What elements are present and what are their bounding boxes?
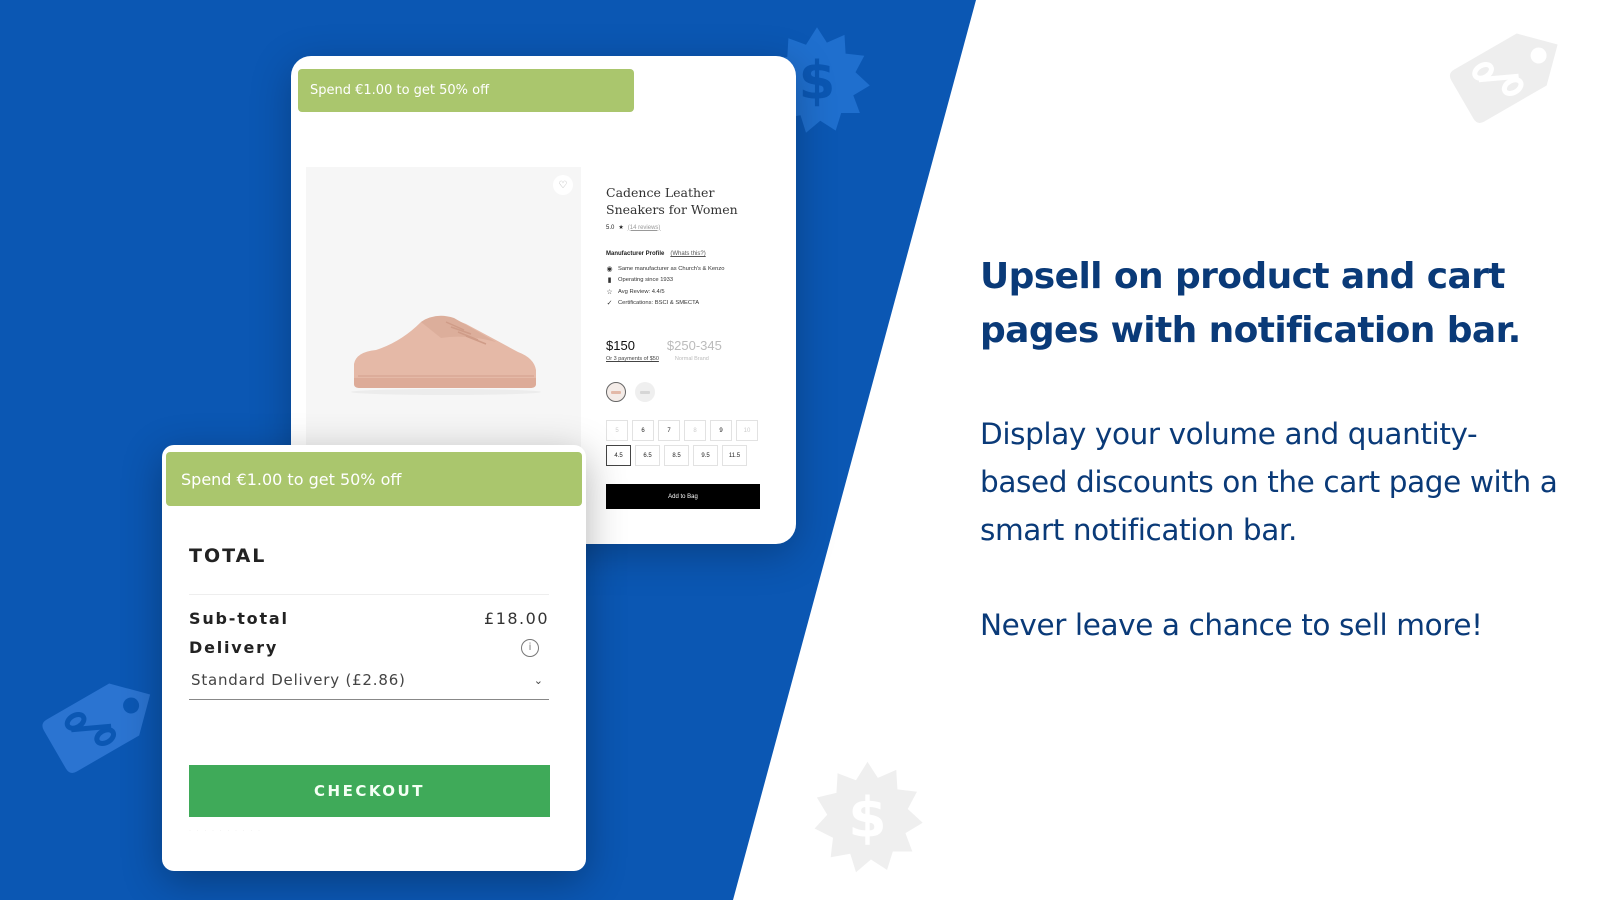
- rating-score: 5.0: [606, 224, 615, 231]
- cart-summary: TOTAL Sub-total £18.00 Delivery i Standa…: [189, 545, 549, 700]
- manufacturer-fact: ☆ Avg Review: 4.4/5: [606, 286, 776, 298]
- installments-link[interactable]: Or 3 payments of $50: [606, 356, 659, 362]
- percent-tag-icon: [1445, 10, 1575, 135]
- fact-text: Avg Review: 4.4/5: [618, 288, 665, 295]
- percent-tag-icon: [35, 660, 170, 785]
- svg-text:$: $: [799, 51, 836, 112]
- manufacturer-facts: ◉ Same manufacturer as Church's & Kenzo …: [606, 263, 776, 309]
- size-option[interactable]: 6: [632, 420, 654, 441]
- delivery-select[interactable]: Standard Delivery (£2.86) ⌄: [189, 671, 549, 700]
- product-rating: 5.0 ★ (14 reviews): [606, 224, 776, 232]
- reviews-link[interactable]: (14 reviews): [628, 225, 661, 231]
- svg-text:$: $: [848, 787, 886, 851]
- dollar-badge-icon: $: [810, 758, 925, 876]
- notification-text: Spend €1.00 to get 50% off: [181, 469, 402, 489]
- manufacturer-profile-heading: Manufacturer Profile (Whats this?): [606, 251, 776, 257]
- divider: [189, 594, 549, 595]
- whats-this-link[interactable]: (Whats this?): [670, 251, 705, 257]
- fact-text: Certifications: BSCI & SMECTA: [618, 300, 700, 307]
- person-icon: ▮: [607, 277, 612, 285]
- color-swatches: [606, 382, 655, 402]
- cart-page-preview: Spend €1.00 to get 50% off TOTAL Sub-tot…: [162, 445, 586, 871]
- faint-footer-text: · · · · · · · · · ·: [189, 828, 262, 834]
- size-option[interactable]: 9.5: [693, 445, 718, 466]
- subtotal-value: £18.00: [484, 609, 549, 628]
- delivery-option: Standard Delivery (£2.86): [191, 671, 406, 689]
- wishlist-button[interactable]: ♡: [553, 175, 573, 195]
- manufacturer-heading-text: Manufacturer Profile: [606, 251, 665, 257]
- notification-bar[interactable]: Spend €1.00 to get 50% off: [298, 69, 634, 112]
- manufacturer-fact: ✓ Certifications: BSCI & SMECTA: [606, 298, 776, 310]
- normal-brand-label: Normal Brand: [674, 356, 709, 362]
- size-option[interactable]: 7: [658, 420, 680, 441]
- size-option[interactable]: 8: [684, 420, 706, 441]
- size-option[interactable]: 9: [710, 420, 732, 441]
- info-icon[interactable]: i: [521, 638, 539, 657]
- manufacturer-fact: ▮ Operating since 1933: [606, 275, 776, 287]
- star-outline-icon: ☆: [606, 288, 613, 296]
- chevron-down-icon: ⌄: [533, 673, 543, 687]
- fact-text: Operating since 1933: [618, 277, 674, 284]
- fact-text: Same manufacturer as Church's & Kenzo: [618, 265, 725, 272]
- heart-icon: ♡: [558, 179, 568, 191]
- size-option[interactable]: 8.5: [664, 445, 689, 466]
- checkout-button[interactable]: CHECKOUT: [189, 765, 550, 817]
- current-price: $150: [606, 338, 635, 353]
- check-icon: ✓: [606, 300, 613, 308]
- price-block: $150 $250-345 Or 3 payments of $50 Norma…: [606, 338, 776, 362]
- marketing-copy: Upsell on product and cart pages with no…: [980, 250, 1560, 649]
- delivery-label: Delivery: [189, 638, 279, 657]
- add-to-bag-button[interactable]: Add to Bag: [606, 484, 760, 509]
- notification-text: Spend €1.00 to get 50% off: [310, 83, 490, 98]
- color-swatch-blush[interactable]: [606, 382, 626, 402]
- eye-icon: ◉: [606, 265, 613, 273]
- delivery-row: Delivery i: [189, 638, 549, 657]
- size-option[interactable]: 6.5: [635, 445, 660, 466]
- size-row: 5 6 7 8 9 10: [606, 420, 758, 441]
- total-heading: TOTAL: [189, 545, 267, 567]
- headline: Upsell on product and cart pages with no…: [980, 256, 1521, 351]
- subtotal-label: Sub-total: [189, 609, 289, 628]
- manufacturer-fact: ◉ Same manufacturer as Church's & Kenzo: [606, 263, 776, 275]
- body-text: Display your volume and quantity-based d…: [980, 417, 1558, 547]
- subtotal-row: Sub-total £18.00: [189, 609, 549, 628]
- product-image: ♡: [306, 167, 581, 457]
- size-option[interactable]: 4.5: [606, 445, 631, 466]
- star-icon: ★: [618, 225, 624, 231]
- size-option[interactable]: 10: [736, 420, 758, 441]
- product-info: Cadence Leather Sneakers for Women 5.0 ★…: [606, 184, 776, 309]
- sneaker-image: [351, 315, 541, 395]
- tagline: Never leave a chance to sell more!: [980, 608, 1483, 642]
- color-swatch-white[interactable]: [635, 382, 655, 402]
- size-option[interactable]: 11.5: [722, 445, 747, 466]
- normal-price: $250-345: [666, 338, 722, 353]
- product-title: Cadence Leather Sneakers for Women: [606, 185, 738, 217]
- size-row: 4.5 6.5 8.5 9.5 11.5: [606, 445, 758, 466]
- notification-bar[interactable]: Spend €1.00 to get 50% off: [166, 452, 582, 506]
- size-selector: 5 6 7 8 9 10 4.5 6.5 8.5 9.5 11.5: [606, 420, 758, 470]
- size-option[interactable]: 5: [606, 420, 628, 441]
